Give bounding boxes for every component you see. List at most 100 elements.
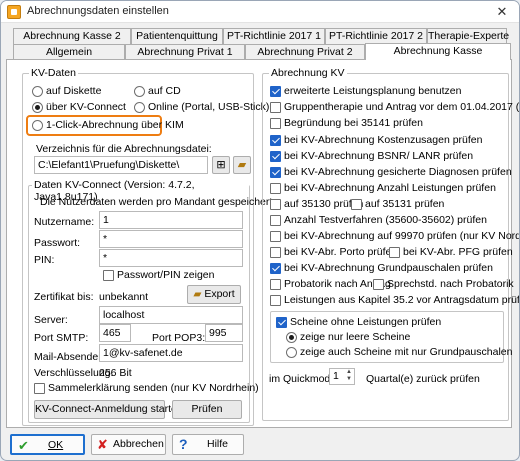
encryption-value: 256 Bit: [99, 367, 132, 379]
opt-gruppentherapie-checkbox[interactable]: [270, 102, 281, 113]
radio-kv-connect-label: über KV-Connect: [46, 101, 126, 113]
quickmode-spinner[interactable]: ▲ ▼: [344, 369, 354, 384]
radio-kv-connect[interactable]: [32, 102, 43, 113]
tab-allgemein[interactable]: Allgemein: [13, 44, 125, 60]
tab-abrechnung-kasse-2[interactable]: Abrechnung Kasse 2: [13, 28, 131, 44]
opt-grundpauschalen-checkbox[interactable]: [270, 263, 281, 274]
cert-label: Zertifikat bis:: [34, 291, 94, 303]
radio-kim[interactable]: [32, 120, 43, 131]
opt-35130-checkbox[interactable]: [270, 199, 281, 210]
title-bar: Abrechnungsdaten einstellen ✕: [1, 1, 519, 23]
opt-bsnr-label: bei KV-Abrechnung BSNR/ LANR prüfen: [284, 150, 474, 162]
app-icon: [7, 5, 21, 19]
close-button[interactable]: ✕: [493, 3, 511, 21]
opt-anzahl-leistungen-label: bei KV-Abrechnung Anzahl Leistungen prüf…: [284, 182, 496, 194]
radio-grundpauschalen-scheine-label: zeige auch Scheine mit nur Grundpauschal…: [300, 346, 513, 358]
tab-abrechnung-kasse[interactable]: Abrechnung Kasse: [365, 43, 511, 60]
quickmode-label: im Quickmode: [269, 373, 337, 385]
opt-testverfahren-checkbox[interactable]: [270, 215, 281, 226]
cert-value: unbekannt: [99, 291, 149, 303]
check-button[interactable]: Prüfen: [172, 400, 242, 419]
username-input[interactable]: 1: [99, 211, 243, 229]
radio-leere-scheine[interactable]: [286, 332, 297, 343]
abrechnung-kv-legend: Abrechnung KV: [269, 67, 347, 79]
opt-35131-label: auf 35131 prüfen: [365, 198, 445, 210]
password-label: Passwort:: [34, 237, 81, 249]
opt-grundpauschalen-label: bei KV-Abrechnung Grundpauschalen prüfen: [284, 262, 493, 274]
opt-gruppentherapie-label: Gruppentherapie und Antrag vor dem 01.04…: [284, 101, 520, 113]
spin-up-icon: ▲: [346, 369, 352, 375]
opt-porto-checkbox[interactable]: [270, 247, 281, 258]
radio-online[interactable]: [134, 102, 145, 113]
collective-checkbox[interactable]: [34, 383, 45, 394]
check-icon: ✔: [18, 438, 29, 453]
server-input[interactable]: localhost: [99, 306, 243, 324]
pin-input[interactable]: *: [99, 249, 243, 267]
folder-tree-icon: ⊞: [216, 159, 226, 171]
smtp-input[interactable]: 465: [99, 324, 131, 342]
radio-online-label: Online (Portal, USB-Stick): [148, 101, 270, 113]
scheine-checkbox[interactable]: [276, 317, 287, 328]
opt-bsnr-checkbox[interactable]: [270, 151, 281, 162]
opt-sprechstd-checkbox[interactable]: [373, 279, 384, 290]
tab-therapie-experte[interactable]: Therapie-Experte: [427, 28, 509, 44]
password-input[interactable]: *: [99, 230, 243, 248]
help-label: Hilfe: [207, 438, 229, 450]
opt-99970-checkbox[interactable]: [270, 231, 281, 242]
opt-diagnosen-checkbox[interactable]: [270, 167, 281, 178]
cross-icon: ✘: [97, 437, 108, 452]
opt-kapitel-35-2-label: Leistungen aus Kapitel 35.2 vor Antragsd…: [284, 294, 520, 306]
browse-tree-button[interactable]: ⊞: [212, 156, 230, 174]
pin-label: PIN:: [34, 254, 55, 266]
opt-35131-checkbox[interactable]: [351, 199, 362, 210]
opt-probatorik-checkbox[interactable]: [270, 279, 281, 290]
radio-diskette[interactable]: [32, 86, 43, 97]
export-button-label: Export: [204, 288, 235, 300]
radio-cd[interactable]: [134, 86, 145, 97]
radio-grundpauschalen-scheine[interactable]: [286, 347, 297, 358]
kv-connect-note: Die Nutzerdaten werden pro Mandant gespe…: [40, 196, 276, 208]
opt-kostenzusagen-label: bei KV-Abrechnung Kostenzusagen prüfen: [284, 134, 483, 146]
start-login-button[interactable]: KV-Connect-Anmeldung starten: [34, 400, 183, 419]
opt-pfg-checkbox[interactable]: [389, 247, 400, 258]
mail-input[interactable]: 1@kv-safenet.de: [99, 344, 243, 362]
opt-pfg-label: bei KV-Abr. PFG prüfen: [403, 246, 513, 258]
username-label: Nutzername:: [34, 216, 95, 228]
opt-leistungsplanung-checkbox[interactable]: [270, 86, 281, 97]
cancel-button[interactable]: ✘ Abbrechen: [91, 434, 166, 455]
browse-folder-button[interactable]: ▰: [233, 156, 251, 174]
show-password-checkbox[interactable]: [103, 270, 114, 281]
opt-sprechstd-label: Sprechstd. nach Probatorik: [387, 278, 514, 290]
radio-leere-scheine-label: zeige nur leere Scheine: [300, 331, 411, 343]
export-folder-icon: ▰: [193, 288, 202, 300]
tab-pt-richtlinie-2[interactable]: PT-Richtlinie 2017 2: [325, 28, 427, 44]
server-label: Server:: [34, 314, 68, 326]
pop3-input[interactable]: 995: [205, 324, 243, 342]
opt-kostenzusagen-checkbox[interactable]: [270, 135, 281, 146]
opt-diagnosen-label: bei KV-Abrechnung gesicherte Diagnosen p…: [284, 166, 512, 178]
export-button[interactable]: ▰ Export: [187, 285, 241, 304]
tab-patientenquittung[interactable]: Patientenquittung: [131, 28, 223, 44]
opt-begruendung-checkbox[interactable]: [270, 118, 281, 129]
opt-testverfahren-label: Anzahl Testverfahren (35600-35602) prüfe…: [284, 214, 487, 226]
ok-button[interactable]: ✔ OK: [10, 434, 85, 455]
help-button[interactable]: ? Hilfe: [172, 434, 244, 455]
tab-abrechnung-privat-2[interactable]: Abrechnung Privat 2: [245, 44, 365, 60]
ok-label: OK: [48, 439, 64, 451]
collective-label: Sammelerklärung senden (nur KV Nordrhein…: [48, 382, 259, 394]
pop3-label: Port POP3:: [152, 332, 206, 344]
tab-pt-richtlinie-1[interactable]: PT-Richtlinie 2017 1: [223, 28, 325, 44]
show-password-label: Passwort/PIN zeigen: [117, 269, 215, 281]
opt-kapitel-35-2-checkbox[interactable]: [270, 295, 281, 306]
directory-label: Verzeichnis für die Abrechnungsdatei:: [36, 143, 212, 155]
opt-anzahl-leistungen-checkbox[interactable]: [270, 183, 281, 194]
radio-kim-label: 1-Click-Abrechnung über KIM: [46, 119, 184, 131]
quickmode-suffix: Quartal(e) zurück prüfen: [366, 373, 480, 385]
scheine-label: Scheine ohne Leistungen prüfen: [290, 316, 442, 328]
tab-abrechnung-privat-1[interactable]: Abrechnung Privat 1: [125, 44, 245, 60]
directory-input[interactable]: C:\Elefant1\Pruefung\Diskette\: [34, 156, 208, 174]
smtp-label: Port SMTP:: [34, 332, 89, 344]
cancel-label: Abbrechen: [113, 438, 164, 450]
window-title: Abrechnungsdaten einstellen: [27, 5, 169, 17]
kv-daten-legend: KV-Daten: [29, 67, 78, 79]
